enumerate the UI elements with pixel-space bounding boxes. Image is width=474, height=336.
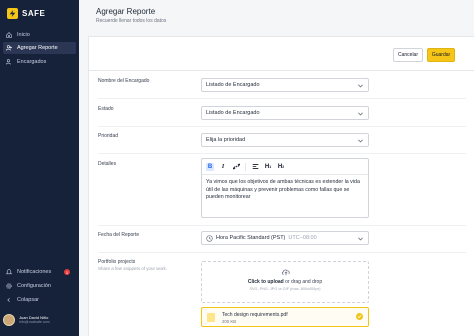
divider: [98, 252, 466, 253]
chevron-down-icon: [357, 137, 364, 144]
upload-types: SVG, PNG, JPG or GIF (max. 800x400px): [249, 287, 321, 291]
notification-badge: 1: [64, 269, 70, 275]
encargado-select[interactable]: Listado de Encargado: [201, 78, 369, 92]
clock-icon: [206, 234, 213, 242]
sidebar-item-inicio[interactable]: Inicio: [3, 29, 76, 41]
upload-dropzone[interactable]: Click to upload or drag and drop SVG, PN…: [201, 261, 369, 303]
heading1-icon[interactable]: H1: [264, 163, 272, 171]
detalles-editor[interactable]: B I H1 H2 Ya vimos que los objetivos de …: [201, 158, 369, 218]
estado-label: Estado: [98, 106, 114, 112]
cancel-button[interactable]: Cancelar: [393, 48, 423, 62]
prioridad-select[interactable]: Elija la prioridad: [201, 133, 369, 147]
check-circle-icon: [356, 313, 363, 320]
sidebar-item-label: Configuración: [17, 283, 51, 289]
sidebar: SAFE Inicio Agregar Reporte Encargados N…: [0, 0, 79, 336]
estado-select[interactable]: Listado de Encargado: [201, 106, 369, 120]
page-title: Agregar Reporte: [96, 7, 156, 16]
upload-cloud-icon: [281, 268, 291, 276]
timezone-select[interactable]: Hora Pacific Standard (PST) UTC−08:00: [201, 231, 369, 245]
sidebar-item-label: Encargados: [17, 59, 47, 65]
upload-drag-text: or drag and drop: [283, 279, 323, 285]
home-icon: [6, 32, 12, 38]
heading2-icon[interactable]: H2: [277, 163, 285, 171]
page-subtitle: Recuerde llenar todos los datos: [96, 18, 167, 24]
prioridad-label: Prioridad: [98, 133, 119, 139]
sidebar-item-colapsar[interactable]: Colapsar: [3, 294, 76, 306]
encargado-label: Nombre del Encargado: [98, 78, 150, 84]
chevron-down-icon: [357, 110, 364, 117]
user-add-icon: [6, 45, 12, 51]
divider: [98, 126, 466, 127]
bell-icon: [6, 269, 12, 275]
portfolio-sublabel: Share a few snippets of your work.: [98, 266, 168, 271]
portfolio-label: Portfolio projects: [98, 259, 136, 265]
link-icon[interactable]: [232, 163, 240, 171]
user-profile[interactable]: Juan David Niño info@ovalsafe.com: [3, 312, 76, 327]
divider: [98, 98, 466, 99]
estado-value: Listado de Encargado: [206, 110, 260, 116]
fecha-label: Fecha del Reporte: [98, 232, 140, 238]
editor-toolbar: B I H1 H2: [202, 159, 368, 175]
upload-instructions: Click to upload or drag and drop: [202, 279, 368, 285]
divider: [98, 153, 466, 154]
sidebar-item-configuracion[interactable]: Configuración: [3, 280, 76, 292]
sidebar-item-encargados[interactable]: Encargados: [3, 56, 76, 68]
prioridad-value: Elija la prioridad: [206, 137, 246, 143]
form-actions: Cancelar Guardar: [89, 37, 474, 71]
uploaded-file[interactable]: Tech design requirements.pdf 200 KB: [201, 307, 369, 327]
upload-link[interactable]: Click to upload: [248, 279, 284, 285]
bold-icon[interactable]: B: [206, 162, 214, 171]
user-email: info@ovalsafe.com: [19, 320, 50, 324]
sidebar-item-label: Notificaciones: [17, 269, 52, 275]
detalles-label: Detalles: [98, 161, 117, 167]
file-size: 200 KB: [222, 319, 237, 324]
file-name: Tech design requirements.pdf: [222, 312, 288, 318]
timezone-offset: UTC−08:00: [288, 235, 317, 241]
sidebar-item-label: Agregar Reporte: [17, 45, 58, 51]
logo-icon: [7, 8, 18, 19]
encargado-value: Listado de Encargado: [206, 82, 260, 88]
users-icon: [6, 59, 12, 65]
sidebar-item-agregar-reporte[interactable]: Agregar Reporte: [3, 42, 76, 54]
report-form-card: Cancelar Guardar Nombre del Encargado Li…: [88, 36, 474, 336]
timezone-value: Hora Pacific Standard (PST): [216, 235, 286, 241]
file-icon: [207, 313, 215, 322]
toolbar-divider: [245, 162, 246, 171]
sidebar-item-label: Colapsar: [17, 297, 40, 303]
chevron-down-icon: [357, 82, 364, 89]
brand-logo[interactable]: SAFE: [7, 8, 45, 19]
page-header: Agregar Reporte Recuerde llenar todos lo…: [79, 0, 474, 30]
italic-icon[interactable]: I: [219, 163, 227, 171]
save-button[interactable]: Guardar: [427, 48, 455, 62]
gear-icon: [6, 283, 12, 289]
divider: [98, 225, 466, 226]
collapse-icon: [6, 297, 12, 303]
detalles-text[interactable]: Ya vimos que los objetivos de ambas técn…: [202, 175, 368, 206]
chevron-down-icon: [357, 235, 364, 242]
sidebar-item-label: Inicio: [17, 32, 30, 38]
brand-name: SAFE: [22, 9, 46, 18]
align-left-icon[interactable]: [251, 163, 259, 171]
avatar: [3, 313, 15, 326]
sidebar-item-notificaciones[interactable]: Notificaciones 1: [3, 266, 76, 278]
